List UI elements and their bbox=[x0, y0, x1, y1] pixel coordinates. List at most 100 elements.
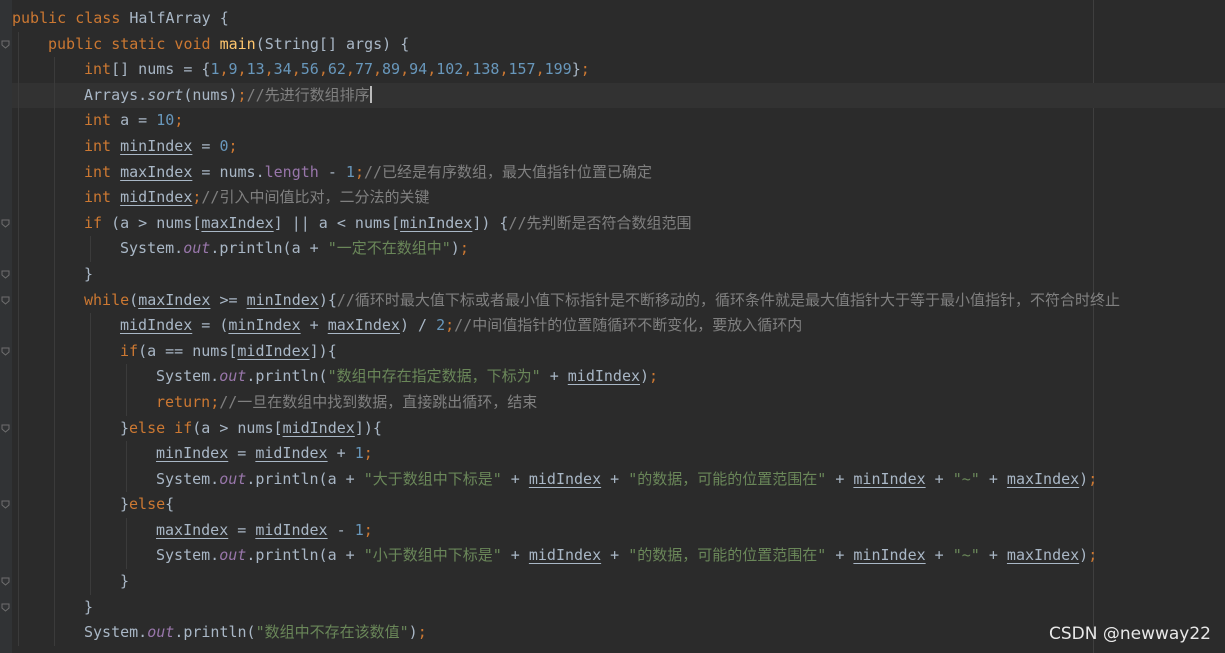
fold-marker-icon[interactable] bbox=[1, 577, 10, 586]
indent-guide bbox=[90, 364, 91, 390]
code-line[interactable]: return;//一旦在数组中找到数据，直接跳出循环，结束 bbox=[12, 389, 1225, 416]
code-token: ) bbox=[408, 623, 418, 642]
code-token: out bbox=[147, 623, 175, 642]
code-line[interactable]: if(a == nums[midIndex]){ bbox=[12, 338, 1225, 365]
code-line[interactable]: System.out.println(a + "小于数组中下标是" + midI… bbox=[12, 543, 1225, 570]
code-line[interactable]: } bbox=[12, 594, 1225, 621]
code-token: = bbox=[228, 444, 256, 463]
indent-guide bbox=[54, 517, 55, 544]
code-line[interactable]: midIndex = (minIndex + maxIndex) / 2;//中… bbox=[12, 313, 1225, 339]
code-token: ; bbox=[459, 239, 469, 258]
code-token: ; bbox=[580, 60, 590, 79]
code-token: 62 bbox=[327, 60, 346, 79]
fold-marker-icon[interactable] bbox=[1, 296, 10, 305]
indent-guide bbox=[90, 389, 91, 416]
code-token: ; bbox=[1088, 469, 1098, 488]
code-text: } bbox=[120, 569, 129, 595]
code-line[interactable]: System.out.println("数组中存在指定数据，下标为" + mid… bbox=[12, 364, 1225, 390]
code-text: if (a > nums[maxIndex] || a < nums[minIn… bbox=[84, 211, 692, 237]
code-token: while bbox=[84, 290, 130, 309]
code-token: , bbox=[463, 60, 473, 79]
indent-guide bbox=[90, 569, 91, 595]
code-token: 94 bbox=[409, 60, 428, 79]
indent-guide bbox=[90, 415, 91, 442]
code-token: ; bbox=[363, 444, 373, 463]
code-token: 138 bbox=[472, 60, 500, 79]
code-line[interactable]: public class HalfArray { bbox=[12, 6, 1225, 32]
code-token: { bbox=[327, 341, 337, 360]
code-token: ; bbox=[174, 111, 184, 130]
code-token: , bbox=[427, 60, 437, 79]
code-line[interactable]: } bbox=[12, 261, 1225, 288]
indent-guide bbox=[18, 594, 19, 621]
code-token: } bbox=[120, 418, 130, 437]
indent-guide bbox=[54, 159, 55, 186]
code-token: , bbox=[535, 60, 545, 79]
code-token: (a == nums[ bbox=[138, 341, 238, 360]
indent-guide bbox=[126, 466, 127, 493]
indent-guide bbox=[18, 185, 19, 211]
code-token: ; bbox=[445, 316, 455, 335]
fold-marker-icon[interactable] bbox=[1, 500, 10, 510]
code-line[interactable]: maxIndex = midIndex - 1; bbox=[12, 517, 1225, 544]
indent-guide bbox=[54, 569, 55, 595]
indent-guide bbox=[126, 517, 127, 544]
fold-marker-icon[interactable] bbox=[1, 40, 10, 49]
code-editor[interactable]: public class HalfArray {public static vo… bbox=[12, 6, 1225, 646]
indent-guide bbox=[18, 415, 19, 442]
code-line[interactable]: int maxIndex = nums.length - 1;//已经是有序数组… bbox=[12, 159, 1225, 186]
code-line[interactable]: int[] nums = {1,9,13,34,56,62,77,89,94,1… bbox=[12, 57, 1225, 83]
code-token: int bbox=[84, 136, 121, 155]
indent-guide bbox=[126, 543, 127, 570]
code-token: ; bbox=[363, 520, 373, 539]
code-token: { bbox=[219, 9, 229, 27]
code-token: , bbox=[400, 60, 410, 79]
code-token: "数组中不存在该数值" bbox=[255, 623, 409, 642]
indent-guide bbox=[18, 466, 19, 493]
fold-marker-icon[interactable] bbox=[1, 219, 10, 228]
indent-guide bbox=[54, 210, 55, 237]
code-line[interactable]: System.out.println(a + "一定不在数组中"); bbox=[12, 236, 1225, 262]
fold-marker-icon[interactable] bbox=[1, 347, 10, 356]
indent-guide bbox=[18, 313, 19, 339]
code-token: - bbox=[318, 162, 346, 181]
fold-marker-icon[interactable] bbox=[1, 270, 10, 279]
code-line[interactable]: while(maxIndex >= minIndex){//循环时最大值下标或者… bbox=[12, 287, 1225, 314]
code-token: = ( bbox=[192, 316, 229, 335]
code-line[interactable]: public static void main(String[] args) { bbox=[12, 31, 1225, 58]
code-token: midIndex bbox=[528, 546, 602, 565]
code-token: } bbox=[571, 60, 581, 79]
code-token: ) bbox=[450, 239, 460, 258]
indent-guide bbox=[90, 338, 91, 365]
fold-marker-icon[interactable] bbox=[1, 603, 10, 612]
code-token: maxIndex bbox=[1006, 546, 1080, 565]
code-token: System. bbox=[156, 546, 220, 565]
code-token: + bbox=[540, 367, 568, 386]
code-text: maxIndex = midIndex - 1; bbox=[156, 518, 373, 544]
code-token: midIndex bbox=[567, 367, 641, 386]
code-text: public class HalfArray { bbox=[12, 6, 229, 32]
code-line[interactable]: System.out.println(a + "大于数组中下标是" + midI… bbox=[12, 466, 1225, 493]
code-line[interactable]: Arrays.sort(nums);//先进行数组排序 bbox=[12, 82, 1225, 109]
code-line[interactable]: int midIndex;//引入中间值比对，二分法的关键 bbox=[12, 185, 1225, 211]
code-line[interactable]: }else if(a > nums[midIndex]){ bbox=[12, 415, 1225, 442]
code-token: "小于数组中下标是" bbox=[363, 546, 502, 565]
code-token: midIndex bbox=[528, 469, 602, 488]
code-line[interactable]: minIndex = midIndex + 1; bbox=[12, 441, 1225, 467]
code-line[interactable]: int a = 10; bbox=[12, 108, 1225, 134]
fold-marker-icon[interactable] bbox=[1, 424, 10, 433]
code-token: (nums) bbox=[183, 85, 238, 104]
indent-guide bbox=[18, 389, 19, 416]
code-line[interactable]: int minIndex = 0; bbox=[12, 133, 1225, 160]
code-token: ; bbox=[649, 367, 659, 386]
code-token: "一定不在数组中" bbox=[327, 239, 451, 258]
code-token: System. bbox=[156, 469, 220, 488]
code-line[interactable]: }else{ bbox=[12, 492, 1225, 518]
code-token: ]) bbox=[354, 418, 373, 437]
indent-guide bbox=[90, 441, 91, 467]
code-line[interactable]: if (a > nums[maxIndex] || a < nums[minIn… bbox=[12, 210, 1225, 237]
indent-guide bbox=[18, 261, 19, 288]
code-line[interactable]: System.out.println("数组中不存在该数值"); bbox=[12, 620, 1225, 646]
code-token: Arrays. bbox=[84, 85, 148, 104]
code-line[interactable]: } bbox=[12, 569, 1225, 595]
